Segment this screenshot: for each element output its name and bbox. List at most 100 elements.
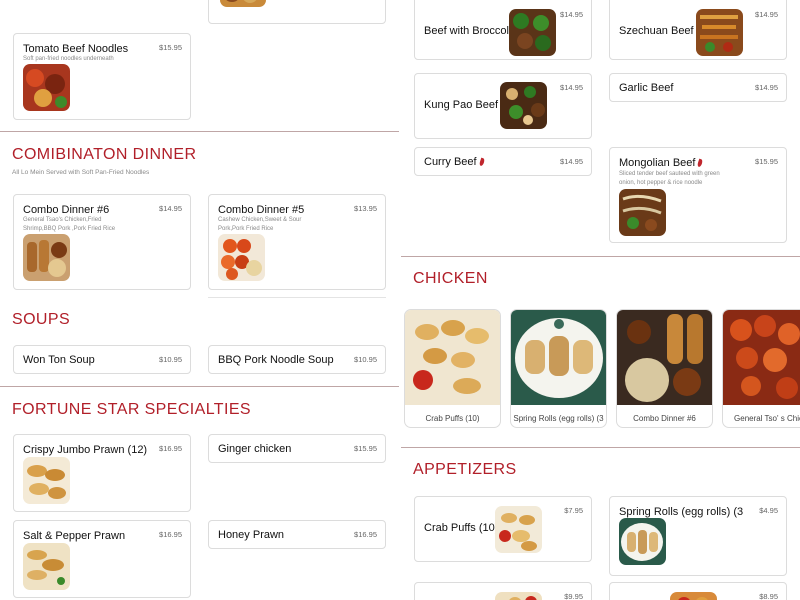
food-thumbnail <box>23 64 70 111</box>
item-name: Combo Dinner #5 <box>218 204 305 216</box>
item-name-text: Kung Pao Beef <box>424 99 499 111</box>
item-name: Won Ton Soup <box>23 354 95 366</box>
menu-item-card[interactable]: Crispy Jumbo Prawn (12) $16.95 <box>13 434 191 512</box>
category-title: APPETIZERS <box>413 461 517 478</box>
food-photo <box>723 310 800 405</box>
food-thumbnail <box>23 543 70 590</box>
menu-item-card[interactable]: Combo Dinner #6 $14.95 General Tsao's Ch… <box>13 194 191 290</box>
item-name: Garlic Beef <box>619 82 674 94</box>
food-thumbnail <box>696 9 743 56</box>
item-name: Combo Dinner #6 <box>23 204 110 216</box>
item-price: $15.95 <box>755 157 778 166</box>
menu-item-card[interactable]: Ginger chicken $15.95 <box>208 434 386 463</box>
chili-pepper-icon <box>478 157 485 167</box>
food-thumbnail <box>23 234 70 281</box>
item-price: $9.95 <box>564 592 583 600</box>
menu-item-card[interactable]: Spring Rolls (egg rolls) (3 $4.95 <box>609 496 787 576</box>
section-divider <box>0 131 399 132</box>
category-title: SOUPS <box>12 311 71 328</box>
item-price: $8.95 <box>759 592 778 600</box>
item-name: Salt & Pepper Prawn <box>23 530 126 542</box>
menu-item-card[interactable]: Tomato Beef Noodles $15.95 Soft pan-frie… <box>13 33 191 120</box>
item-description-line-2: onion, hot pepper & rice noodle <box>619 180 703 186</box>
item-price: $14.95 <box>560 83 583 92</box>
gallery-card[interactable]: General Tso' s Chick <box>722 309 800 428</box>
item-name: Beef with Broccoli <box>424 25 512 37</box>
food-thumbnail <box>500 82 547 129</box>
item-price: $14.95 <box>560 10 583 19</box>
item-price: $7.95 <box>564 506 583 515</box>
item-price: $14.95 <box>755 83 778 92</box>
item-price: $14.95 <box>159 204 182 213</box>
item-price: $16.95 <box>159 444 182 453</box>
gallery-card-label: Crab Puffs (10) <box>425 414 480 423</box>
item-price: $10.95 <box>354 355 377 364</box>
menu-item-card[interactable]: Curry Beef $14.95 <box>414 147 592 176</box>
item-price: $15.95 <box>159 43 182 52</box>
card-separator <box>208 297 386 298</box>
chili-pepper-icon <box>697 158 704 168</box>
food-thumbnail <box>23 457 70 504</box>
gallery-card[interactable]: Combo Dinner #6 <box>616 309 713 428</box>
menu-item-card[interactable]: Kung Pao Beef $14.95 <box>414 73 592 139</box>
gallery-card[interactable]: Crab Puffs (10) <box>404 309 501 428</box>
menu-item-card[interactable]: Won Ton Soup $10.95 <box>13 345 191 374</box>
menu-item-card[interactable]: Combo Dinner #5 $13.95 Cashew Chicken,Sw… <box>208 194 386 290</box>
item-name: Crab Puffs (10) <box>424 522 499 534</box>
item-price: $14.95 <box>755 10 778 19</box>
item-name: BBQ Pork Noodle Soup <box>218 354 334 366</box>
food-thumbnail <box>619 518 666 565</box>
food-thumbnail <box>495 592 542 600</box>
menu-item-card[interactable]: BBQ Pork Noodle Soup $10.95 <box>208 345 386 374</box>
item-price: $4.95 <box>759 506 778 515</box>
item-name: Curry Beef <box>424 156 485 168</box>
menu-item-card[interactable]: Mongolian Beef $15.95 Sliced tender beef… <box>609 147 787 243</box>
item-name-text: Curry Beef <box>424 156 477 168</box>
item-name: Crispy Jumbo Prawn (12) <box>23 444 148 456</box>
menu-item-card[interactable]: Garlic Beef $14.95 <box>609 73 787 102</box>
menu-item-card[interactable]: Salt & Pepper Prawn $16.95 <box>13 520 191 598</box>
item-price: $10.95 <box>159 355 182 364</box>
menu-item-card[interactable]: Honey Prawn $16.95 <box>208 520 386 549</box>
item-name: Szechuan Beef <box>619 25 702 37</box>
section-divider <box>0 386 399 387</box>
gallery-card-label: General Tso' s Chick <box>734 414 800 423</box>
item-name: Spring Rolls (egg rolls) (3 <box>619 506 744 518</box>
item-price: $16.95 <box>159 530 182 539</box>
category-title: CHICKEN <box>413 270 488 287</box>
category-subtitle: All Lo Mein Served with Soft Pan-Fried N… <box>12 169 150 176</box>
item-name: Ginger chicken <box>218 443 292 455</box>
food-thumbnail <box>670 592 717 600</box>
item-price: $14.95 <box>560 157 583 166</box>
food-thumbnail <box>509 9 556 56</box>
menu-item-card[interactable] <box>208 0 386 24</box>
item-name: Tomato Beef Noodles <box>23 43 129 55</box>
item-name-text: Mongolian Beef <box>619 157 696 169</box>
menu-item-card[interactable]: $8.95 <box>609 582 787 600</box>
menu-item-card[interactable]: Crab Puffs (10) $7.95 <box>414 496 592 562</box>
section-divider <box>401 256 800 257</box>
item-price: $15.95 <box>354 444 377 453</box>
gallery-card-label: Combo Dinner #6 <box>633 414 696 423</box>
item-name: Mongolian Beef <box>619 157 704 169</box>
menu-item-card[interactable]: Szechuan Beef $14.95 <box>609 0 787 60</box>
category-title: FORTUNE STAR SPECIALTIES <box>12 401 251 418</box>
menu-item-card[interactable]: $9.95 <box>414 582 592 600</box>
food-photo <box>511 310 606 405</box>
item-name: Kung Pao Beef <box>424 99 507 111</box>
section-divider <box>401 447 800 448</box>
food-photo <box>617 310 712 405</box>
category-title: COMIBINATON DINNER <box>12 146 197 163</box>
food-thumbnail <box>218 234 265 281</box>
item-name-text: Szechuan Beef <box>619 25 694 37</box>
food-photo <box>405 310 500 405</box>
gallery-card[interactable]: Spring Rolls (egg rolls) (3 <box>510 309 607 428</box>
menu-item-card[interactable]: Beef with Broccoli $14.95 <box>414 0 592 60</box>
item-price: $16.95 <box>354 530 377 539</box>
item-name: Honey Prawn <box>218 529 285 541</box>
gallery-card-label: Spring Rolls (egg rolls) (3 <box>513 414 604 423</box>
item-price: $13.95 <box>354 204 377 213</box>
food-thumbnail <box>220 0 266 7</box>
food-thumbnail <box>619 189 666 236</box>
food-thumbnail <box>495 506 542 553</box>
